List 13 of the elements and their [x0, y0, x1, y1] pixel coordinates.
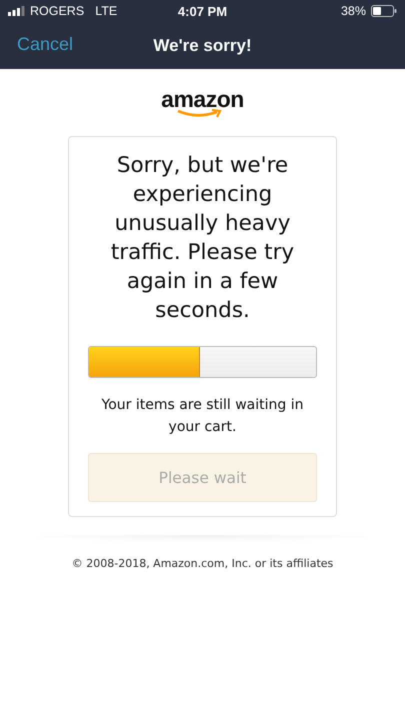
carrier-name: ROGERS	[30, 4, 84, 18]
page-title: We're sorry!	[153, 36, 252, 56]
cancel-link[interactable]: Cancel	[17, 34, 74, 55]
network-type: LTE	[95, 4, 118, 18]
logo-wordmark: amazon	[161, 87, 244, 111]
error-message: Sorry, but we're experiencing unusually heavy traffic. Please try again in a few seconds.	[110, 152, 296, 325]
copyright-text: © 2008-2018, Amazon.com, Inc. or its affiliates	[70, 557, 334, 570]
smile-arrow-icon	[176, 109, 222, 118]
status-time: 4:07 PM	[178, 4, 228, 18]
battery-icon	[370, 5, 397, 17]
cart-note: Your items are still waiting in your cart.	[100, 396, 304, 437]
battery-percent: 38%	[340, 4, 366, 18]
signal-icon	[8, 6, 25, 16]
